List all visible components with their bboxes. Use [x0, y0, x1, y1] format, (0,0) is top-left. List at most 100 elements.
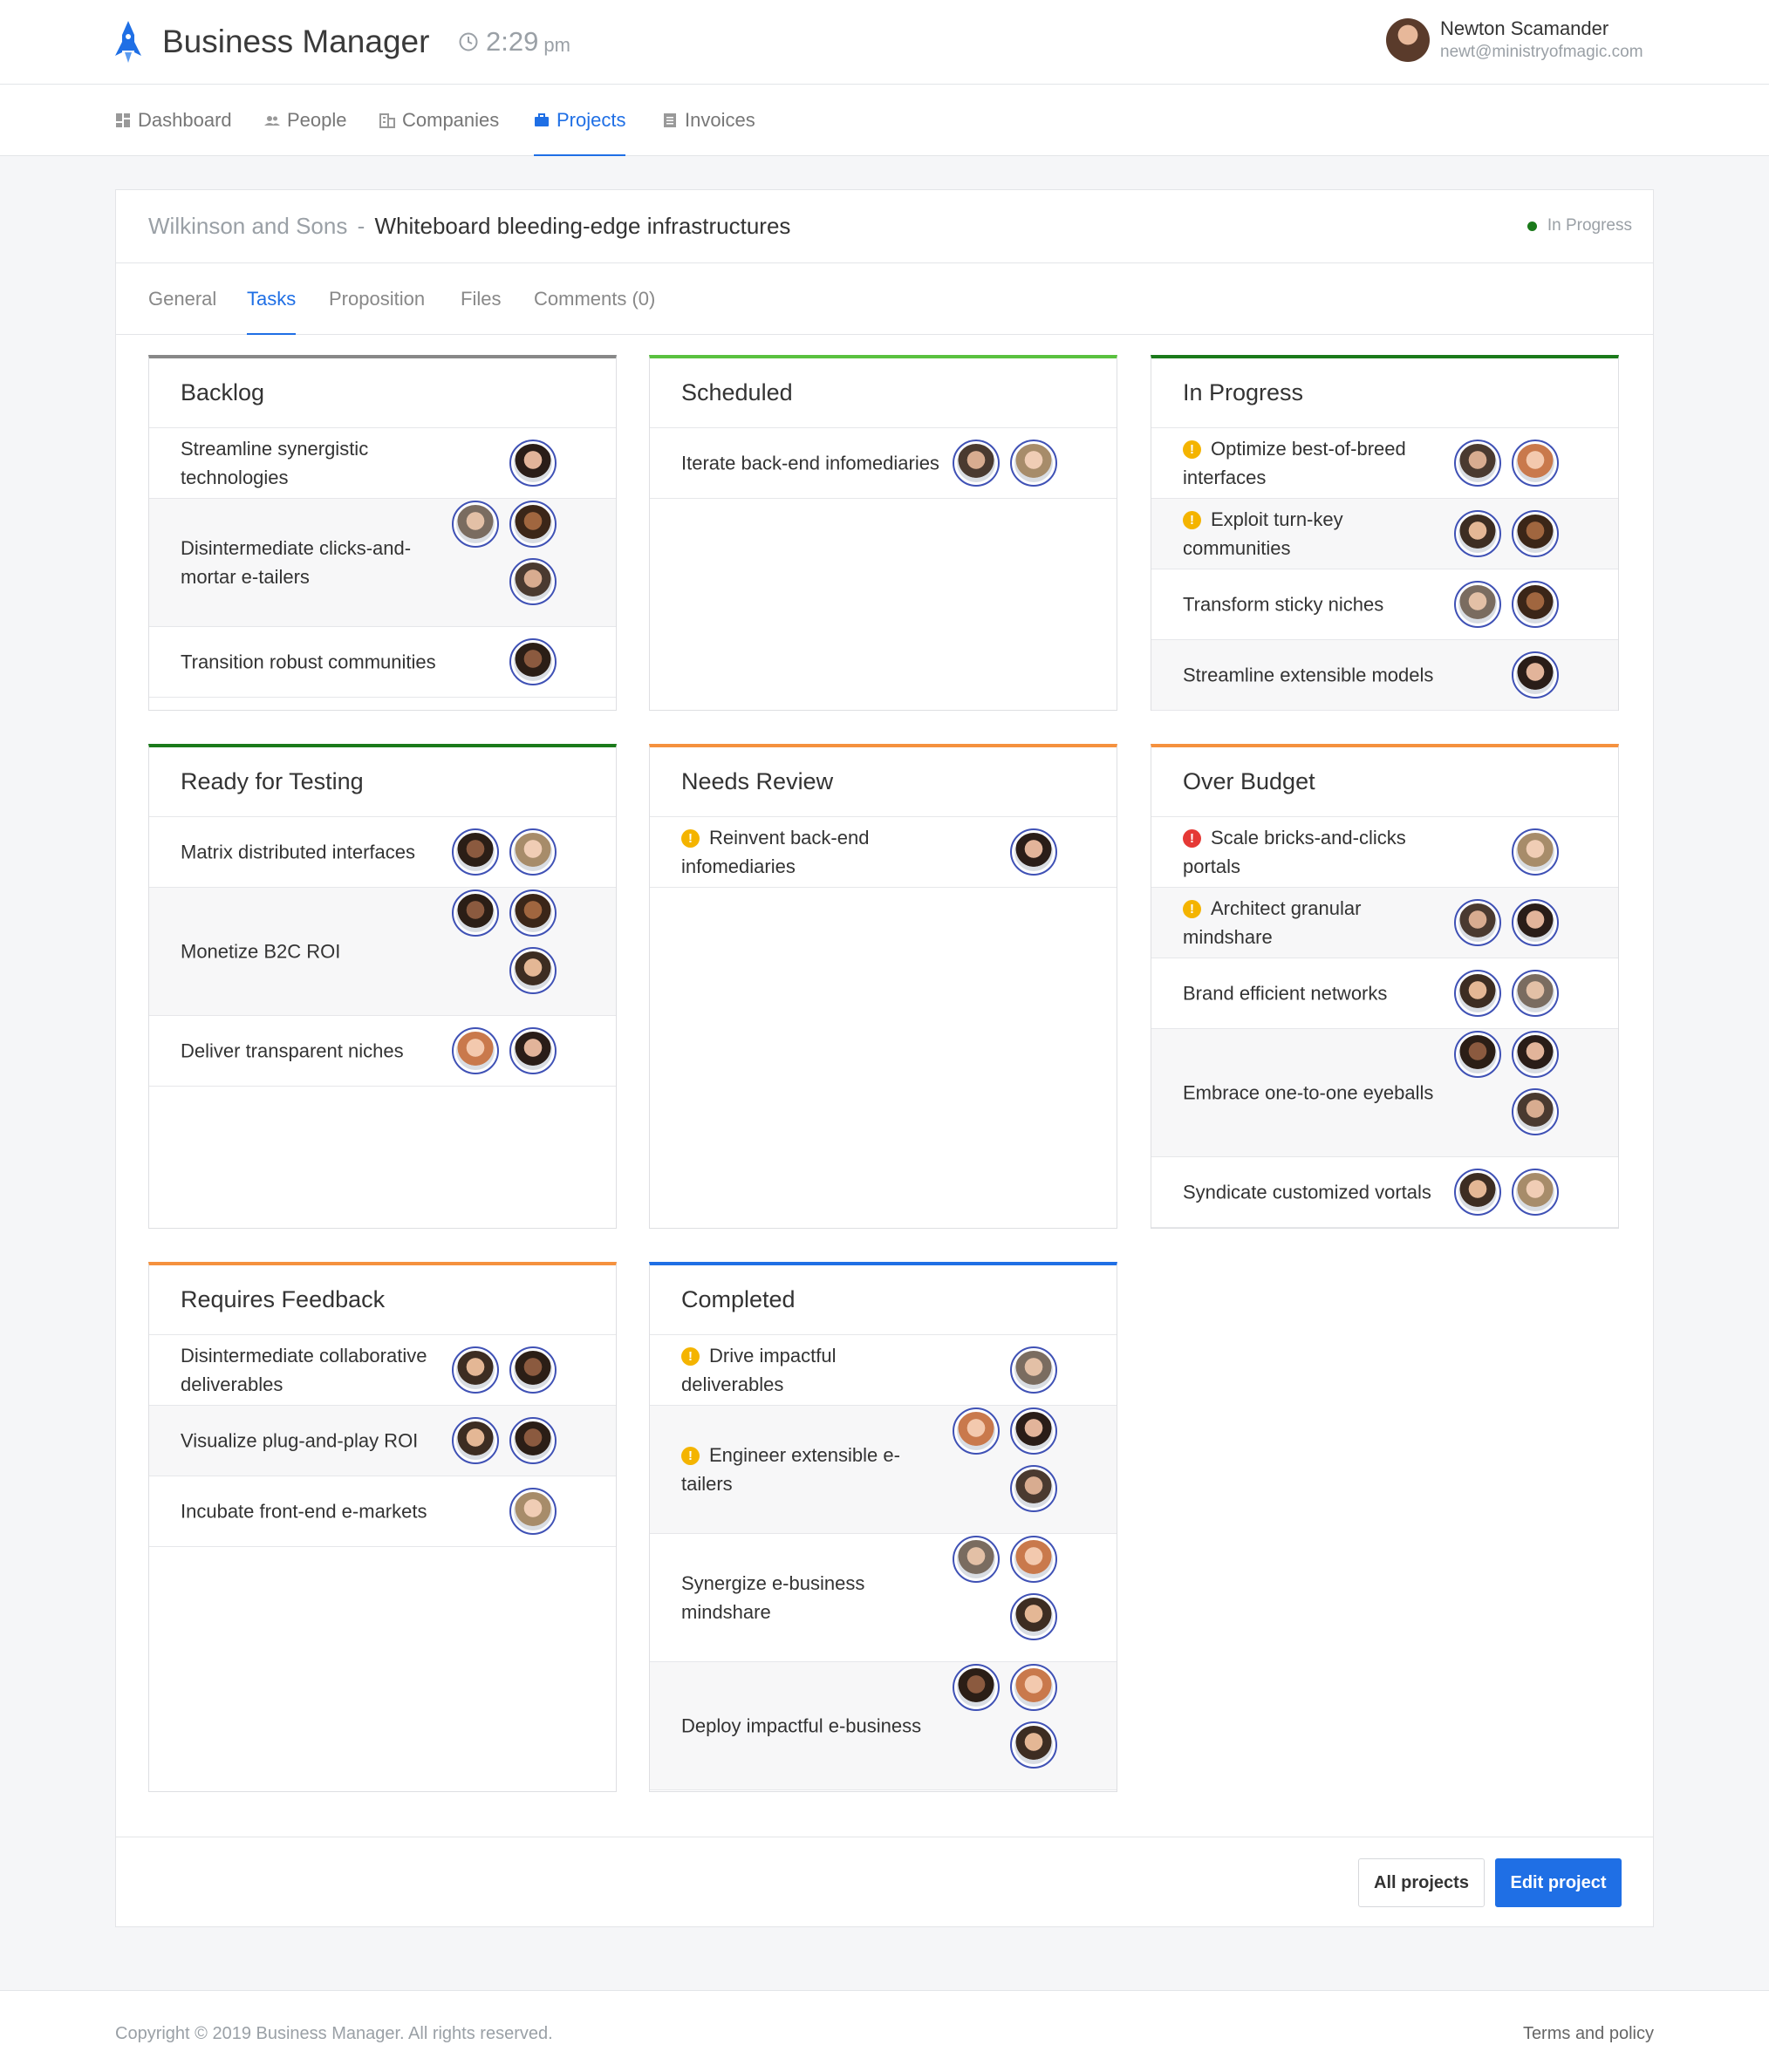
task-title: Syndicate customized vortals — [1183, 1178, 1445, 1207]
assignee-avatar[interactable] — [1512, 970, 1559, 1017]
assignee-avatar[interactable] — [953, 1407, 1000, 1455]
nav-invoices[interactable]: Invoices — [662, 85, 755, 156]
clock-icon — [459, 32, 478, 51]
assignee-avatar[interactable] — [452, 889, 499, 937]
assignee-avatar[interactable] — [1512, 510, 1559, 557]
all-projects-button[interactable]: All projects — [1358, 1858, 1485, 1907]
brand[interactable]: Business Manager — [113, 21, 429, 63]
assignee-avatar[interactable] — [1512, 651, 1559, 699]
assignee-avatar[interactable] — [509, 501, 557, 548]
task-card[interactable]: Streamline extensible models — [1151, 640, 1618, 711]
task-card[interactable]: Disintermediate collaborative deliverabl… — [149, 1335, 616, 1406]
nav-projects[interactable]: Projects — [534, 85, 626, 156]
assignee-avatar[interactable] — [1512, 440, 1559, 487]
assignee-avatar[interactable] — [1512, 899, 1559, 946]
assignee-avatar[interactable] — [509, 1027, 557, 1074]
assignee-avatar[interactable] — [1454, 581, 1501, 628]
task-card[interactable]: Visualize plug-and-play ROI — [149, 1406, 616, 1476]
task-card[interactable]: Deliver transparent niches — [149, 1016, 616, 1087]
nav-companies[interactable]: Companies — [379, 85, 499, 156]
assignee-avatar[interactable] — [509, 1417, 557, 1464]
assignee-avatar[interactable] — [1010, 1536, 1057, 1583]
assignee-avatar[interactable] — [1512, 1031, 1559, 1078]
edit-project-button[interactable]: Edit project — [1495, 1858, 1622, 1907]
assignee-avatar[interactable] — [1010, 1346, 1057, 1394]
nav-invoices-label: Invoices — [685, 109, 755, 131]
tab-general[interactable]: General — [148, 263, 216, 335]
task-card[interactable]: Transform sticky niches — [1151, 569, 1618, 640]
assignee-avatar[interactable] — [953, 440, 1000, 487]
task-card[interactable]: Matrix distributed interfaces — [149, 817, 616, 888]
task-card[interactable]: ! Drive impactful deliverables — [650, 1335, 1117, 1406]
task-card[interactable]: ! Reinvent back-end infomediaries — [650, 817, 1117, 888]
user-menu[interactable]: Newton Scamander newt@ministryofmagic.co… — [1386, 17, 1643, 62]
task-card[interactable]: Streamline synergistic technologies — [149, 428, 616, 499]
assignee-avatar[interactable] — [1512, 1169, 1559, 1216]
assignee-avatar[interactable] — [1010, 440, 1057, 487]
assignee-avatar[interactable] — [953, 1536, 1000, 1583]
task-card[interactable]: Embrace one-to-one eyeballs — [1151, 1029, 1618, 1157]
status-label: In Progress — [1547, 216, 1632, 235]
assignee-avatar[interactable] — [509, 828, 557, 876]
assignee-avatar[interactable] — [509, 638, 557, 685]
assignee-avatar[interactable] — [452, 1346, 499, 1394]
assignee-avatar[interactable] — [1010, 1407, 1057, 1455]
assignee-avatar[interactable] — [452, 1417, 499, 1464]
assignee-avatar[interactable] — [509, 947, 557, 994]
assignee-avatar[interactable] — [452, 501, 499, 548]
task-title: Iterate back-end infomediaries — [681, 449, 943, 478]
assignee-avatar[interactable] — [1512, 828, 1559, 876]
assignee-avatar[interactable] — [1454, 1169, 1501, 1216]
assignee-avatar[interactable] — [1010, 1465, 1057, 1512]
assignee-avatar[interactable] — [1454, 510, 1501, 557]
task-card[interactable]: ! Exploit turn-key communities — [1151, 499, 1618, 569]
assignee-avatar[interactable] — [1454, 970, 1501, 1017]
tab-files[interactable]: Files — [461, 263, 501, 335]
task-label: Disintermediate collaborative deliverabl… — [181, 1345, 427, 1395]
warning-icon: ! — [1183, 900, 1201, 918]
task-card[interactable]: Iterate back-end infomediaries — [650, 428, 1117, 499]
task-card[interactable]: ! Scale bricks-and-clicks portals — [1151, 817, 1618, 888]
task-card[interactable]: Brand efficient networks — [1151, 958, 1618, 1029]
task-card[interactable]: Synergize e-business mindshare — [650, 1534, 1117, 1662]
user-avatar[interactable] — [1386, 17, 1430, 62]
assignee-avatar[interactable] — [509, 889, 557, 937]
task-card[interactable]: ! Architect granular mindshare — [1151, 888, 1618, 958]
assignee-avatar[interactable] — [1010, 828, 1057, 876]
assignee-avatar[interactable] — [509, 1346, 557, 1394]
assignee-avatar[interactable] — [1454, 440, 1501, 487]
error-icon: ! — [1183, 829, 1201, 848]
task-card[interactable]: ! Optimize best-of-breed interfaces — [1151, 428, 1618, 499]
assignee-avatar[interactable] — [1454, 899, 1501, 946]
task-card[interactable]: ! Engineer extensible e-tailers — [650, 1406, 1117, 1534]
assignee-avatar[interactable] — [509, 440, 557, 487]
task-card[interactable]: Transition robust communities — [149, 627, 616, 698]
assignee-avatar[interactable] — [1010, 1721, 1057, 1769]
assignee-avatar[interactable] — [1512, 1088, 1559, 1135]
task-title: Streamline extensible models — [1183, 661, 1445, 690]
task-card[interactable]: Incubate front-end e-markets — [149, 1476, 616, 1547]
task-card[interactable]: Deploy impactful e-business — [650, 1662, 1117, 1790]
tab-tasks[interactable]: Tasks — [247, 263, 297, 335]
assignee-avatar[interactable] — [452, 828, 499, 876]
tab-proposition[interactable]: Proposition — [329, 263, 425, 335]
task-title: ! Drive impactful deliverables — [681, 1341, 943, 1399]
assignee-avatar[interactable] — [509, 1488, 557, 1535]
assignee-avatar[interactable] — [1010, 1593, 1057, 1640]
assignee-avatar[interactable] — [452, 1027, 499, 1074]
nav-dashboard[interactable]: Dashboard — [115, 85, 232, 156]
assignee-avatar[interactable] — [953, 1664, 1000, 1711]
company-name[interactable]: Wilkinson and Sons — [148, 213, 347, 239]
task-card[interactable]: Syndicate customized vortals — [1151, 1157, 1618, 1228]
assignee-avatar[interactable] — [1010, 1664, 1057, 1711]
task-title: Transform sticky niches — [1183, 590, 1445, 619]
assignee-avatar[interactable] — [1454, 1031, 1501, 1078]
assignee-avatar[interactable] — [509, 558, 557, 605]
status-dot-icon — [1527, 221, 1537, 231]
task-card[interactable]: Disintermediate clicks-and-mortar e-tail… — [149, 499, 616, 627]
nav-people[interactable]: People — [264, 85, 347, 156]
tab-comments[interactable]: Comments (0) — [534, 263, 655, 335]
assignee-avatar[interactable] — [1512, 581, 1559, 628]
task-card[interactable]: Monetize B2C ROI — [149, 888, 616, 1016]
terms-link[interactable]: Terms and policy — [1523, 2024, 1654, 2044]
